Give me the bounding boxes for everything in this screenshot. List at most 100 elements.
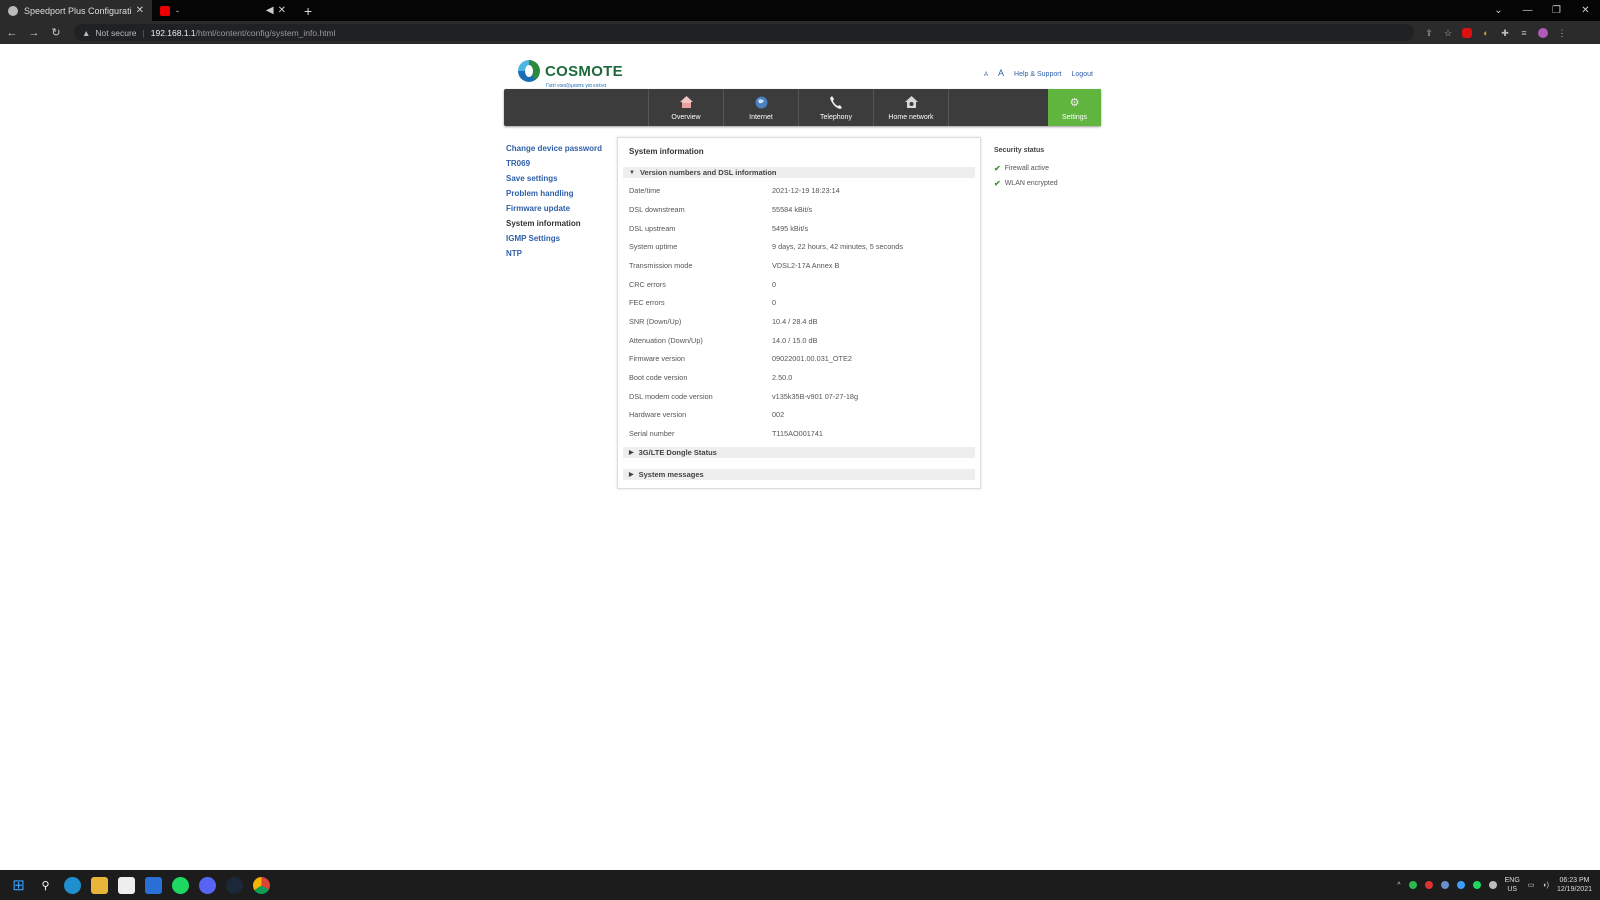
- page-title: System information: [629, 147, 704, 156]
- forward-icon[interactable]: →: [24, 27, 44, 39]
- share-icon[interactable]: ⇪: [1424, 28, 1434, 38]
- tray-app-icon[interactable]: [1472, 881, 1481, 889]
- security-item: ✔ Firewall active: [994, 164, 1050, 173]
- nav-label: Overview: [671, 114, 701, 121]
- chevron-right-icon: ▶: [629, 450, 634, 456]
- network-icon[interactable]: ▭: [1528, 881, 1535, 889]
- help-support-link[interactable]: Help & Support: [1014, 71, 1061, 78]
- cosmote-mark-icon: [518, 60, 540, 82]
- tab-speedport[interactable]: Speedport Plus Configuration Pr ✕: [0, 0, 152, 21]
- menu-kebab-icon[interactable]: ⋮: [1557, 28, 1567, 38]
- table-row: Transmission mode VDSL2-17A Annex B: [629, 261, 840, 270]
- table-row: Attenuation (Down/Up) 14.0 / 15.0 dB: [629, 336, 818, 345]
- discord-icon[interactable]: [199, 876, 216, 894]
- checkmark-icon: ✔: [994, 164, 1001, 173]
- puzzle-icon[interactable]: ✚: [1500, 28, 1510, 38]
- adblock-extension-icon[interactable]: [1462, 27, 1472, 38]
- url-field[interactable]: ▲ Not secure | 192.168.1.1/html/content/…: [74, 24, 1414, 41]
- clock[interactable]: 06:23 PM 12/19/2021: [1557, 876, 1592, 894]
- table-row: Serial number T115AO001741: [629, 429, 823, 438]
- mail-icon[interactable]: [145, 876, 162, 894]
- sidebar-item-tr069[interactable]: TR069: [506, 159, 602, 174]
- steam-icon[interactable]: [226, 876, 243, 894]
- sidebar-item-igmp-settings[interactable]: IGMP Settings: [506, 234, 602, 249]
- sidebar-item-system-information[interactable]: System information: [506, 219, 602, 234]
- section-label: System messages: [638, 470, 704, 479]
- settings-sidebar: Change device password TR069 Save settin…: [506, 144, 602, 264]
- sidebar-item-save-settings[interactable]: Save settings: [506, 174, 602, 189]
- sidebar-item-ntp[interactable]: NTP: [506, 249, 602, 264]
- table-row: FEC errors 0: [629, 298, 777, 307]
- main-nav: Overview Internet Telephony Home network…: [504, 89, 1101, 126]
- globe-icon: [754, 95, 768, 109]
- section-version-dsl[interactable]: ▼ Version numbers and DSL information: [623, 167, 975, 178]
- nav-home-network[interactable]: Home network: [873, 89, 948, 126]
- search-icon[interactable]: ⚲: [37, 877, 54, 894]
- sidebar-item-change-password[interactable]: Change device password: [506, 144, 602, 159]
- table-row: Boot code version 2.50.0: [629, 373, 793, 382]
- table-row: DSL modem code version v135k35B-v901 07-2…: [629, 392, 859, 401]
- logout-link[interactable]: Logout: [1072, 71, 1093, 78]
- tray-app-icon[interactable]: [1456, 881, 1465, 889]
- section-3g-lte-dongle[interactable]: ▶ 3G/LTE Dongle Status: [623, 447, 975, 458]
- youtube-favicon-icon: [160, 5, 170, 16]
- close-tab-icon[interactable]: ✕: [278, 5, 286, 16]
- close-window-icon[interactable]: ✕: [1571, 5, 1600, 16]
- tray-app-icon[interactable]: [1488, 881, 1497, 889]
- globe-favicon-icon: [8, 5, 18, 16]
- font-size-small-link[interactable]: A: [984, 72, 988, 78]
- warning-icon: ▲: [82, 27, 91, 38]
- system-tray: ^ ENG US ▭ ◖) 06:23 PM 12/19/2021: [1397, 870, 1592, 900]
- nav-internet[interactable]: Internet: [723, 89, 798, 126]
- extensions-area: ⇪ ☆ ◐ ✚ ≡ ⋮: [1424, 27, 1567, 38]
- avatar[interactable]: [1538, 27, 1548, 38]
- table-row: Hardware version 002: [629, 410, 785, 419]
- chevron-down-icon: ▼: [629, 169, 635, 176]
- chrome-icon[interactable]: [253, 876, 270, 894]
- url-path: /html/content/config/system_info.html: [195, 27, 336, 38]
- nav-settings[interactable]: ⚙ Settings: [1048, 89, 1101, 126]
- sidebar-item-problem-handling[interactable]: Problem handling: [506, 189, 602, 204]
- chevron-right-icon: ▶: [629, 472, 634, 478]
- edge-icon[interactable]: [64, 876, 81, 894]
- nav-telephony[interactable]: Telephony: [798, 89, 873, 126]
- font-size-large-link[interactable]: A: [998, 68, 1004, 78]
- volume-icon[interactable]: ◖): [1542, 882, 1549, 889]
- sidebar-item-firmware-update[interactable]: Firmware update: [506, 204, 602, 219]
- spotify-icon[interactable]: [172, 876, 189, 894]
- reading-list-icon[interactable]: ≡: [1519, 28, 1529, 38]
- restore-icon[interactable]: ❐: [1542, 5, 1571, 16]
- new-tab-button[interactable]: +: [304, 3, 312, 19]
- nav-label: Home network: [888, 114, 934, 121]
- tray-app-icon[interactable]: [1408, 881, 1417, 889]
- language-indicator[interactable]: ENG US: [1505, 876, 1520, 894]
- store-icon[interactable]: [118, 876, 135, 894]
- extension-shield-icon[interactable]: ◐: [1481, 28, 1491, 38]
- nav-label: Telephony: [820, 114, 852, 121]
- minimize-icon[interactable]: —: [1513, 5, 1542, 16]
- tab-youtube[interactable]: - ◀ ✕: [152, 0, 294, 21]
- security-status: Security status ✔ Firewall active ✔ WLAN…: [994, 147, 1058, 191]
- windows-start-icon[interactable]: ⊞: [10, 877, 27, 894]
- security-item: ✔ WLAN encrypted: [994, 179, 1058, 188]
- file-explorer-icon[interactable]: [91, 876, 108, 894]
- bookmark-star-icon[interactable]: ☆: [1443, 28, 1453, 38]
- tray-app-icon[interactable]: [1424, 881, 1433, 889]
- mute-tab-icon[interactable]: ◀: [266, 5, 274, 16]
- tray-app-icon[interactable]: [1440, 881, 1449, 889]
- close-tab-icon[interactable]: ✕: [136, 5, 144, 16]
- system-info-panel: System information ▼ Version numbers and…: [617, 137, 981, 489]
- nav-label: Internet: [749, 114, 773, 121]
- nav-label: Settings: [1061, 114, 1088, 121]
- tab-search-icon[interactable]: ⌄: [1484, 5, 1513, 16]
- nav-overview[interactable]: Overview: [648, 89, 723, 126]
- reload-icon[interactable]: ↻: [46, 26, 66, 39]
- logo-text: COSMOTE: [545, 62, 623, 80]
- section-label: 3G/LTE Dongle Status: [638, 448, 717, 457]
- section-system-messages[interactable]: ▶ System messages: [623, 469, 975, 480]
- tray-overflow-icon[interactable]: ^: [1397, 882, 1400, 889]
- table-row: Firmware version 09022001.00.031_OTE2: [629, 354, 852, 363]
- house-network-icon: [904, 95, 918, 109]
- section-label: Version numbers and DSL information: [639, 168, 777, 177]
- back-icon[interactable]: ←: [2, 27, 22, 39]
